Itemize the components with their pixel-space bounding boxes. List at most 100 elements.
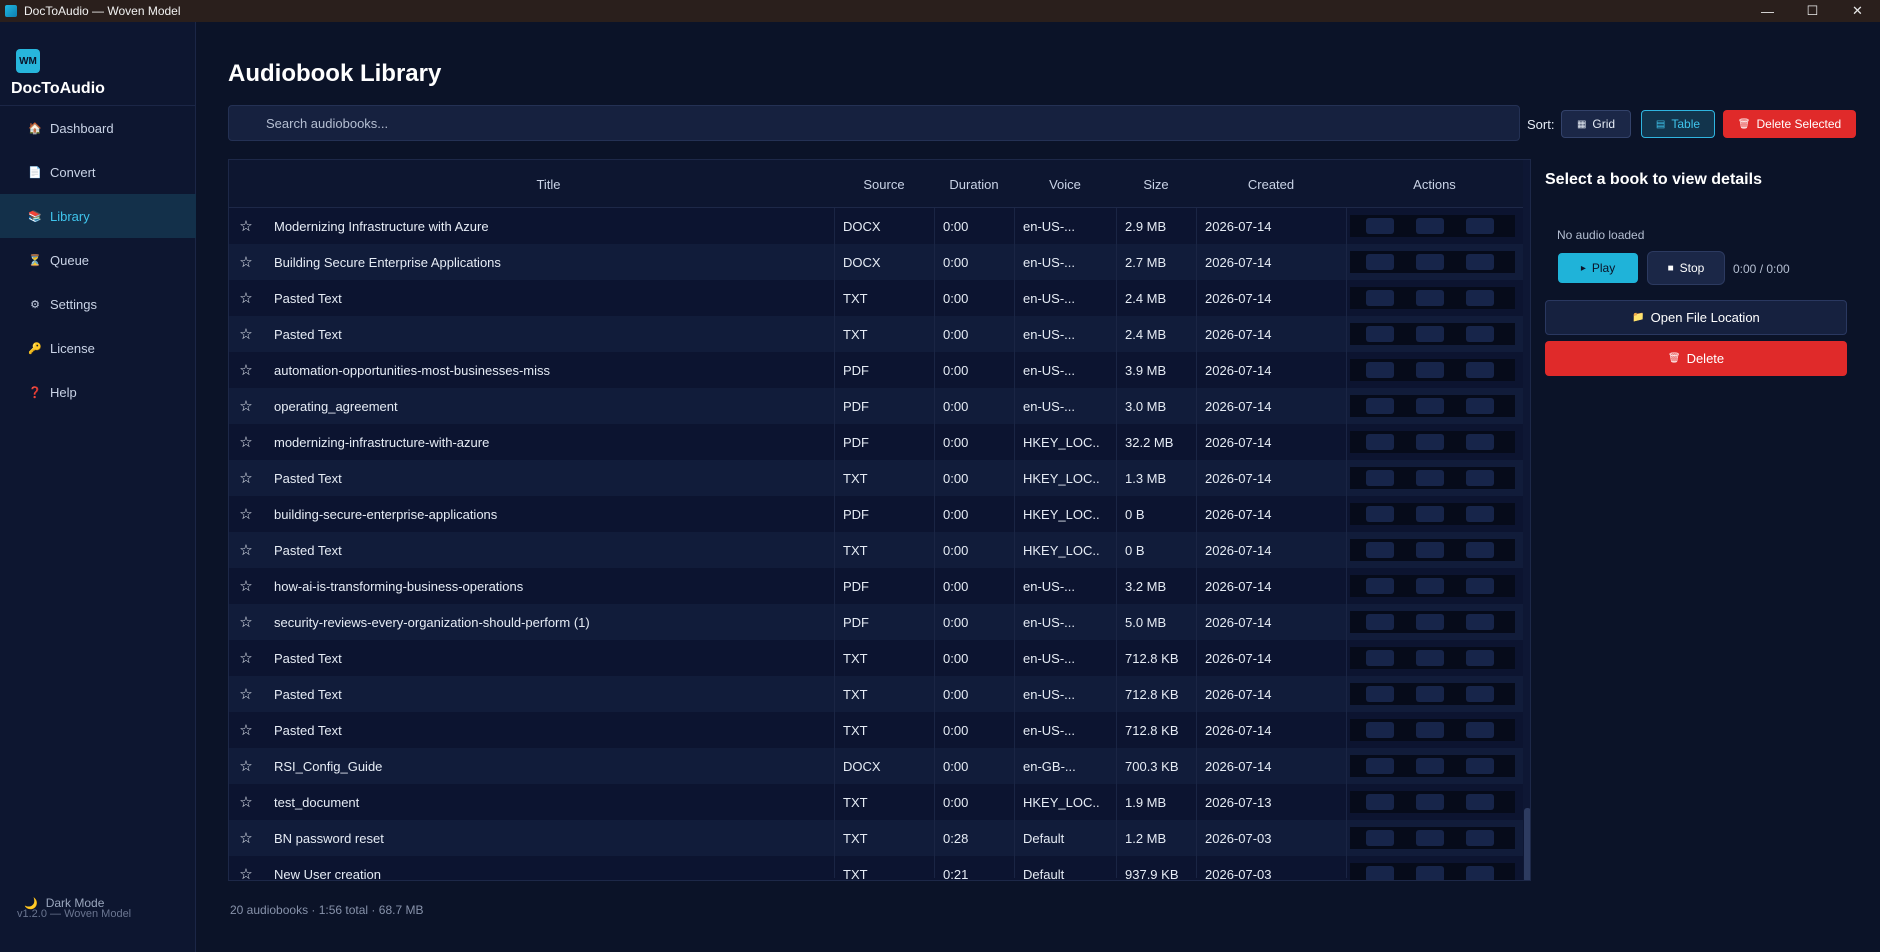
sidebar-item-settings[interactable]: ⚙ Settings <box>0 282 196 326</box>
row-action-button[interactable] <box>1466 758 1494 774</box>
row-action-button[interactable] <box>1366 650 1394 666</box>
row-action-button[interactable] <box>1366 722 1394 738</box>
column-header-duration[interactable]: Duration <box>934 160 1014 208</box>
row-action-button[interactable] <box>1416 578 1444 594</box>
play-button[interactable]: ▸ Play <box>1558 253 1638 283</box>
row-action-button[interactable] <box>1466 362 1494 378</box>
row-action-button[interactable] <box>1366 434 1394 450</box>
row-action-button[interactable] <box>1416 722 1444 738</box>
star-icon[interactable]: ☆ <box>229 316 263 352</box>
table-row[interactable]: ☆ test_document TXT 0:00 HKEY_LOC... 1.9 MB 20… <box>229 784 1523 820</box>
row-action-button[interactable] <box>1416 434 1444 450</box>
star-icon[interactable]: ☆ <box>229 244 263 280</box>
star-icon[interactable]: ☆ <box>229 208 263 244</box>
star-icon[interactable]: ☆ <box>229 352 263 388</box>
row-action-button[interactable] <box>1416 650 1444 666</box>
star-icon[interactable]: ☆ <box>229 532 263 568</box>
row-action-button[interactable] <box>1366 542 1394 558</box>
row-action-button[interactable] <box>1466 326 1494 342</box>
star-icon[interactable]: ☆ <box>229 280 263 316</box>
table-row[interactable]: ☆ operating_agreement PDF 0:00 en-US-... 3.0 … <box>229 388 1523 424</box>
row-action-button[interactable] <box>1416 866 1444 880</box>
row-action-button[interactable] <box>1416 398 1444 414</box>
open-file-location-button[interactable]: 📁 Open File Location <box>1545 300 1847 335</box>
row-action-button[interactable] <box>1466 722 1494 738</box>
row-action-button[interactable] <box>1416 326 1444 342</box>
star-icon[interactable]: ☆ <box>229 460 263 496</box>
row-action-button[interactable] <box>1466 434 1494 450</box>
row-action-button[interactable] <box>1416 506 1444 522</box>
row-action-button[interactable] <box>1466 614 1494 630</box>
row-action-button[interactable] <box>1466 686 1494 702</box>
row-action-button[interactable] <box>1366 470 1394 486</box>
star-icon[interactable]: ☆ <box>229 388 263 424</box>
table-row[interactable]: ☆ modernizing-infrastructure-with-azure PD… <box>229 424 1523 460</box>
table-view-button[interactable]: ▤ Table <box>1641 110 1715 138</box>
row-action-button[interactable] <box>1466 794 1494 810</box>
table-row[interactable]: ☆ New User creation TXT 0:21 Default 937.9 KB… <box>229 856 1523 880</box>
column-header-created[interactable]: Created <box>1196 160 1346 208</box>
table-row[interactable]: ☆ Pasted Text TXT 0:00 en-US-... 712.8 KB 2026… <box>229 640 1523 676</box>
star-icon[interactable]: ☆ <box>229 604 263 640</box>
search-input[interactable] <box>228 105 1520 141</box>
row-action-button[interactable] <box>1466 506 1494 522</box>
star-icon[interactable]: ☆ <box>229 640 263 676</box>
row-action-button[interactable] <box>1366 830 1394 846</box>
table-row[interactable]: ☆ BN password reset TXT 0:28 Default 1.2 MB 20… <box>229 820 1523 856</box>
row-action-button[interactable] <box>1366 506 1394 522</box>
row-action-button[interactable] <box>1416 614 1444 630</box>
table-row[interactable]: ☆ Pasted Text TXT 0:00 HKEY_LOC... 0 B 2026-07… <box>229 532 1523 568</box>
row-action-button[interactable] <box>1366 218 1394 234</box>
star-icon[interactable]: ☆ <box>229 712 263 748</box>
star-icon[interactable]: ☆ <box>229 856 263 880</box>
row-action-button[interactable] <box>1416 542 1444 558</box>
row-action-button[interactable] <box>1366 614 1394 630</box>
row-action-button[interactable] <box>1466 866 1494 880</box>
row-action-button[interactable] <box>1416 830 1444 846</box>
table-scrollbar[interactable] <box>1523 160 1530 880</box>
star-icon[interactable]: ☆ <box>229 676 263 712</box>
row-action-button[interactable] <box>1416 254 1444 270</box>
row-action-button[interactable] <box>1366 254 1394 270</box>
row-action-button[interactable] <box>1366 290 1394 306</box>
scrollbar-thumb[interactable] <box>1524 808 1530 880</box>
row-action-button[interactable] <box>1466 830 1494 846</box>
row-action-button[interactable] <box>1416 470 1444 486</box>
column-header-title[interactable]: Title <box>263 160 834 208</box>
row-action-button[interactable] <box>1366 866 1394 880</box>
sidebar-item-help[interactable]: ❓ Help <box>0 370 196 414</box>
table-row[interactable]: ☆ Pasted Text TXT 0:00 en-US-... 712.8 KB 2026… <box>229 676 1523 712</box>
star-icon[interactable]: ☆ <box>229 784 263 820</box>
row-action-button[interactable] <box>1466 542 1494 558</box>
table-row[interactable]: ☆ automation-opportunities-most-businesse… <box>229 352 1523 388</box>
table-row[interactable]: ☆ Building Secure Enterprise Applications… <box>229 244 1523 280</box>
table-row[interactable]: ☆ Pasted Text TXT 0:00 en-US-... 2.4 MB 2026-0… <box>229 316 1523 352</box>
row-action-button[interactable] <box>1366 398 1394 414</box>
sidebar-item-license[interactable]: 🔑 License <box>0 326 196 370</box>
sidebar-item-queue[interactable]: ⏳ Queue <box>0 238 196 282</box>
row-action-button[interactable] <box>1416 362 1444 378</box>
table-row[interactable]: ☆ Pasted Text TXT 0:00 HKEY_LOC... 1.3 MB 2026… <box>229 460 1523 496</box>
row-action-button[interactable] <box>1366 578 1394 594</box>
row-action-button[interactable] <box>1466 290 1494 306</box>
close-icon[interactable]: ✕ <box>1835 0 1880 22</box>
column-header-source[interactable]: Source <box>834 160 934 208</box>
row-action-button[interactable] <box>1366 794 1394 810</box>
sidebar-item-dashboard[interactable]: 🏠 Dashboard <box>0 106 196 150</box>
star-icon[interactable]: ☆ <box>229 568 263 604</box>
row-action-button[interactable] <box>1466 470 1494 486</box>
delete-button[interactable]: 🗑 Delete <box>1545 341 1847 376</box>
row-action-button[interactable] <box>1466 398 1494 414</box>
delete-selected-button[interactable]: 🗑 Delete Selected <box>1723 110 1856 138</box>
minimize-icon[interactable]: — <box>1745 0 1790 22</box>
row-action-button[interactable] <box>1466 578 1494 594</box>
row-action-button[interactable] <box>1416 758 1444 774</box>
row-action-button[interactable] <box>1366 326 1394 342</box>
column-header-voice[interactable]: Voice <box>1014 160 1116 208</box>
row-action-button[interactable] <box>1366 686 1394 702</box>
star-icon[interactable]: ☆ <box>229 496 263 532</box>
table-row[interactable]: ☆ Pasted Text TXT 0:00 en-US-... 2.4 MB 2026-0… <box>229 280 1523 316</box>
row-action-button[interactable] <box>1416 290 1444 306</box>
table-row[interactable]: ☆ RSI_Config_Guide DOCX 0:00 en-GB-... 700.3 … <box>229 748 1523 784</box>
sidebar-item-convert[interactable]: 📄 Convert <box>0 150 196 194</box>
